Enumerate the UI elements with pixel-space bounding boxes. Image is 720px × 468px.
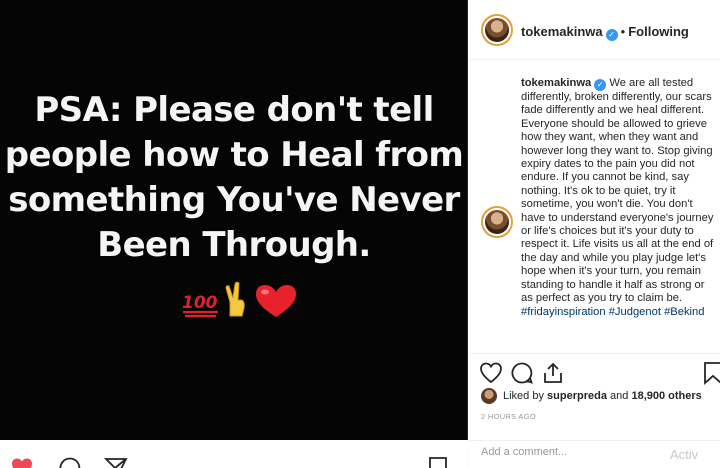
bookmark-icon[interactable] [701,361,720,385]
psa-line: Been Through. [97,225,371,265]
header-username[interactable]: tokemakinwa [521,24,603,39]
mobile-action-strip [0,440,468,468]
hashtag-link[interactable]: #Bekind [664,306,704,318]
liker-avatar[interactable] [481,388,497,404]
psa-line: something You've Never [8,180,460,220]
action-bar: Liked by superpreda and 18,900 others 2 … [469,353,720,449]
header-separator: • [620,24,626,39]
header-avatar[interactable] [481,14,513,46]
red-heart-icon [256,285,296,317]
likes-summary: Liked by superpreda and 18,900 others [481,388,702,404]
comment-icon[interactable] [58,456,82,468]
emoji-row: 100 [182,281,296,318]
likes-others-count[interactable]: 18,900 others [631,390,701,402]
caption-username[interactable]: tokemakinwa [521,77,591,89]
comment-box: Activ [469,440,720,468]
caption-body: We are all tested differently, broken di… [521,77,714,305]
verified-badge-icon: ✓ [605,29,618,41]
psa-line: people how to Heal from [4,135,464,175]
hundred-points-icon: 100 [182,293,218,318]
psa-line: PSA: Please don't tell [34,90,434,130]
hashtag-link[interactable]: #fridayinspiration [521,306,606,318]
victory-hand-icon [225,281,245,317]
caption-avatar[interactable] [481,206,513,238]
hashtag-link[interactable]: #Judgenot [609,306,661,318]
caption-text: tokemakinwa ✓ We are all tested different… [521,77,717,319]
following-button[interactable]: Following [628,24,689,39]
save-icon[interactable] [426,456,450,468]
post-image[interactable]: PSA: Please don't tell people how to Hea… [0,0,468,440]
liked-heart-icon[interactable] [10,456,34,468]
upload-share-icon[interactable] [541,361,565,385]
windows-activation-watermark: Activ [670,447,699,462]
heart-icon[interactable] [479,361,503,385]
liker-username[interactable]: superpreda [547,390,607,402]
header-meta: tokemakinwa ✓ • Following [521,23,689,41]
post-header: tokemakinwa ✓ • Following [469,0,720,60]
psa-text: PSA: Please don't tell people how to Hea… [0,88,468,268]
likes-and: and [610,390,629,402]
share-icon[interactable] [104,456,128,468]
comment-input[interactable] [481,446,661,458]
post-sidebar: tokemakinwa ✓ • Following tokemakinwa ✓ We a… [469,0,720,468]
post-timestamp[interactable]: 2 HOURS AGO [481,412,536,421]
caption-scroll-area[interactable]: tokemakinwa ✓ We are all tested different… [469,61,720,353]
svg-text:100: 100 [182,293,218,313]
likes-prefix: Liked by [503,390,544,402]
comment-icon[interactable] [510,361,534,385]
verified-badge-icon: ✓ [594,79,607,91]
